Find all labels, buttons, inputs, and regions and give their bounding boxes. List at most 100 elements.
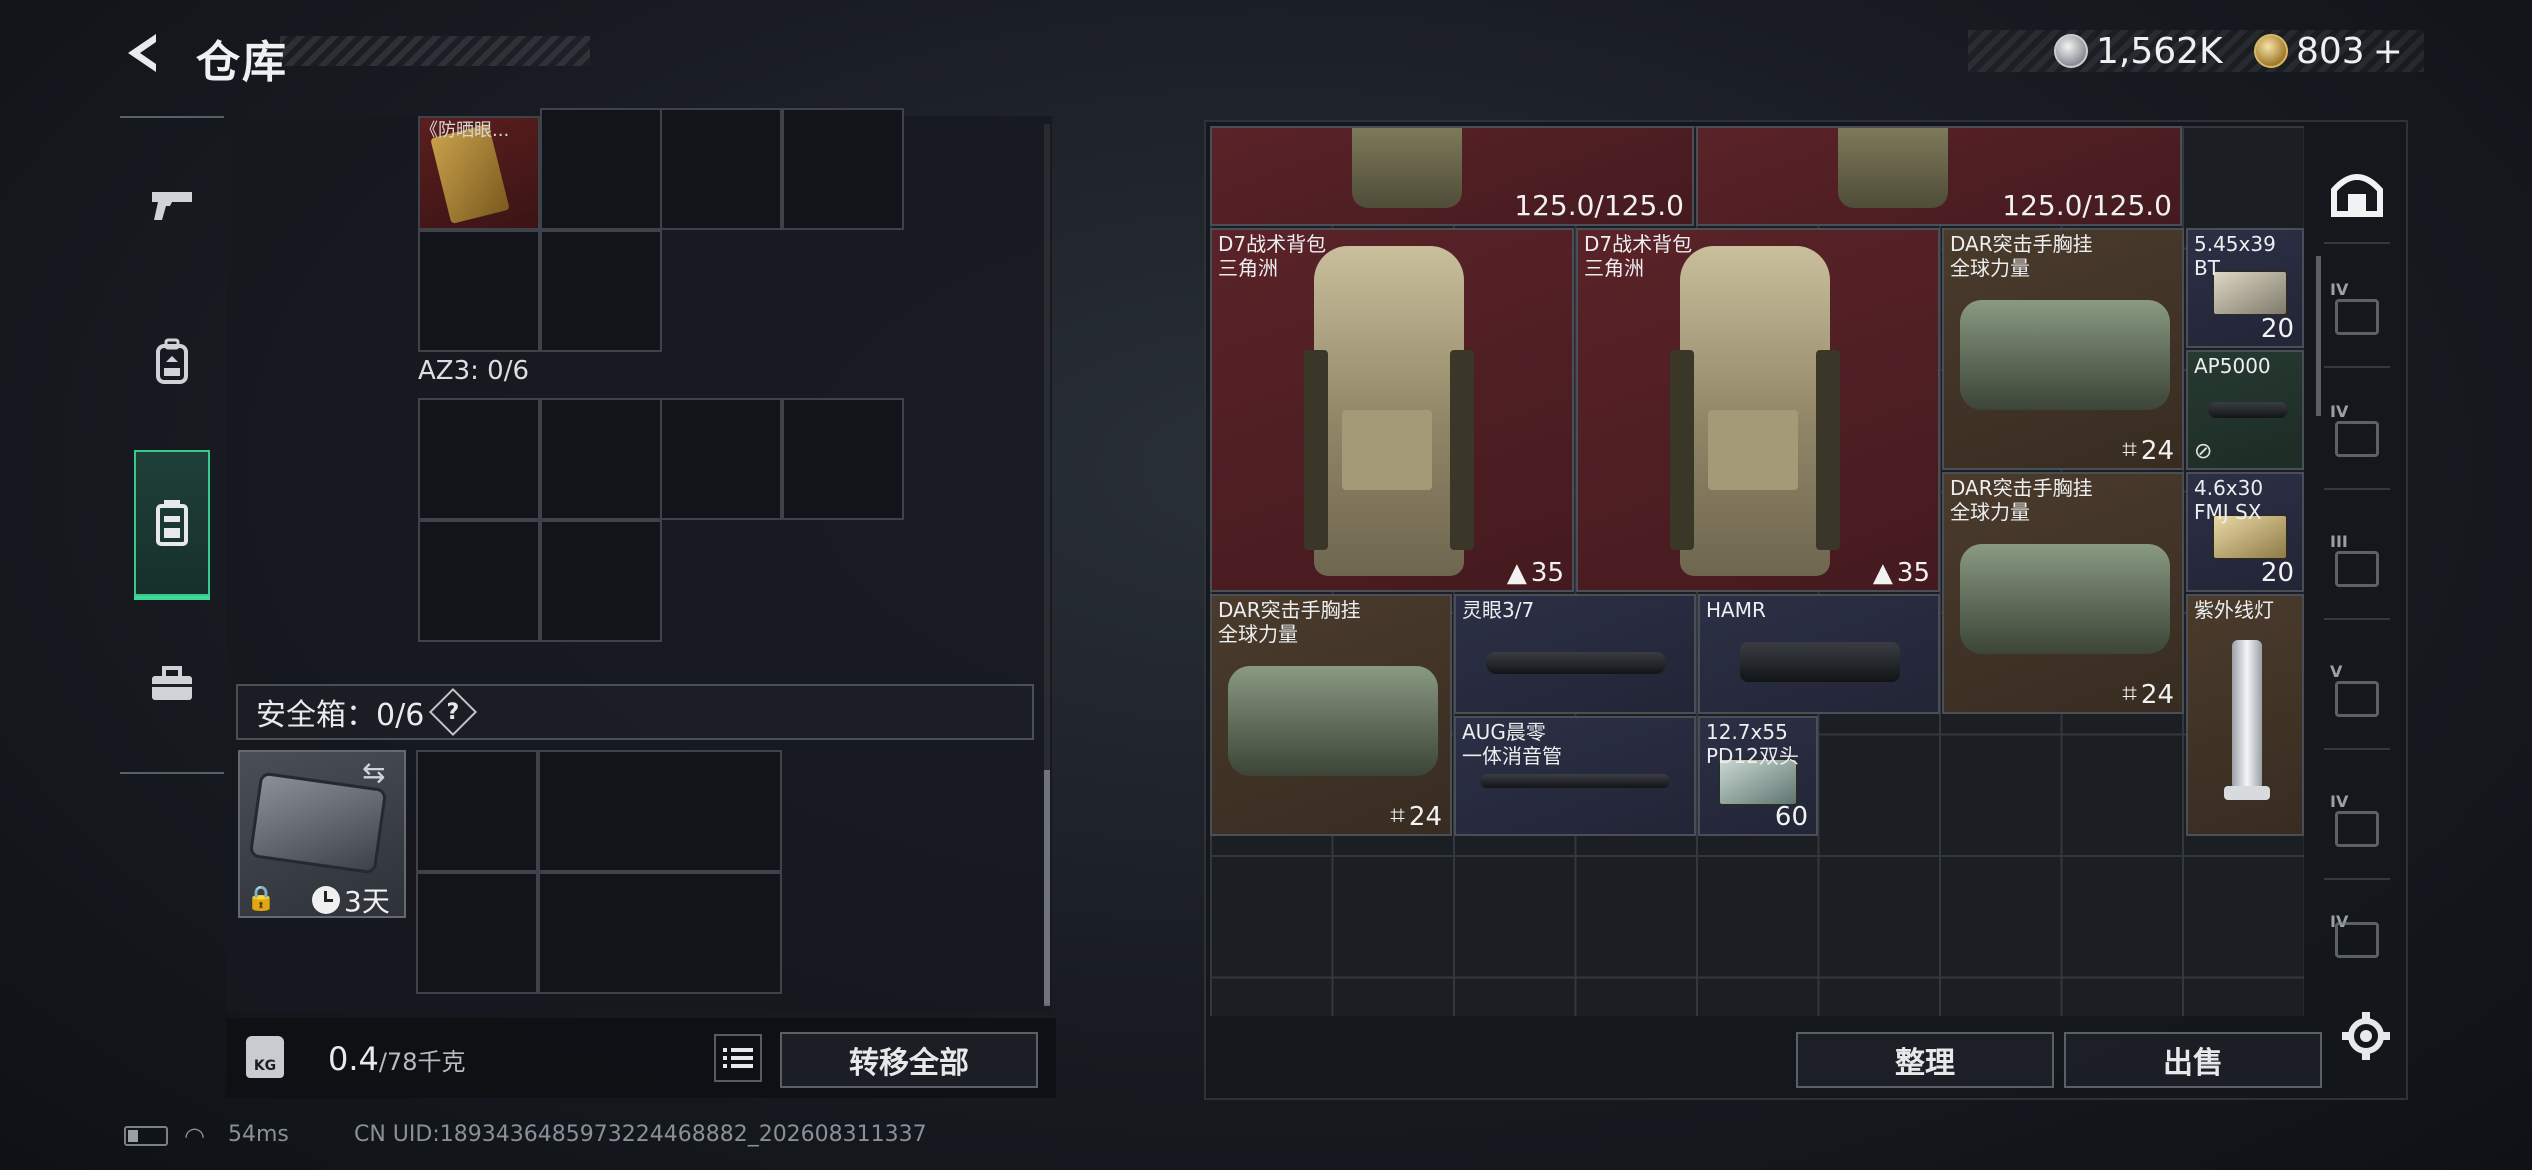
clock-icon — [312, 886, 340, 914]
weight-kg-icon: KG — [246, 1036, 284, 1078]
help-icon: ? — [446, 699, 460, 725]
grid-slot[interactable] — [418, 230, 540, 352]
item-name: HAMR — [1706, 598, 1766, 622]
tier-label: IV — [2330, 792, 2349, 811]
grid-slot[interactable] — [540, 520, 662, 642]
item-name: D7战术背包 三角洲 — [1584, 232, 1693, 280]
capacity-value: 24 — [1408, 801, 1442, 832]
tier-case-icon — [2335, 681, 2379, 717]
az3-capacity-label: AZ3: 0/6 — [418, 356, 530, 386]
back-button[interactable] — [118, 28, 168, 78]
stash-item-backpack[interactable]: 125.0/125.0 — [1696, 126, 2182, 226]
item-capacity: ⌗ 24 — [2122, 679, 2174, 710]
grid-slot[interactable] — [540, 108, 662, 230]
pocket-detail — [1708, 410, 1798, 490]
grid-slot[interactable] — [540, 230, 662, 352]
grid-slot[interactable] — [416, 872, 538, 994]
grid-slot[interactable] — [782, 108, 904, 230]
title-decoration — [280, 36, 590, 66]
stash-item-ammo-127[interactable]: 12.7x55 PD12双头 60 — [1698, 716, 1818, 836]
nav-item-backpack[interactable] — [134, 312, 210, 412]
tier-label: III — [2330, 532, 2348, 551]
backpack-mini-icon: ▲ — [1872, 558, 1893, 588]
rig-mini-icon: ⌗ — [2122, 435, 2137, 465]
stash-item-d7-backpack[interactable]: D7战术背包 三角洲 ▲ 35 — [1210, 228, 1574, 592]
capacity-value: 35 — [1530, 558, 1564, 588]
stash-item-uv-lamp[interactable]: 紫外线灯 — [2186, 594, 2304, 836]
settings-button[interactable] — [2340, 1010, 2392, 1062]
page-title: 仓库 — [196, 37, 288, 88]
strip-tab-tier[interactable]: III — [2324, 520, 2390, 620]
stash-item-ammo-545[interactable]: 5.45x39 BT 20 — [2186, 228, 2304, 348]
weight-max: /78千克 — [378, 1048, 466, 1076]
stash-item-dar-rig[interactable]: DAR突击手胸挂 全球力量 ⌗ 24 — [1210, 594, 1452, 836]
silver-coin-icon — [2054, 34, 2088, 68]
stash-scroll-thumb[interactable] — [2316, 256, 2321, 416]
strip-tab-tier[interactable]: IV — [2324, 900, 2390, 980]
swap-icon[interactable]: ⇆ — [362, 756, 385, 789]
tier-medkit-icon — [2335, 421, 2379, 457]
grid-slot[interactable] — [660, 108, 782, 230]
transfer-all-button[interactable]: 转移全部 — [780, 1032, 1038, 1088]
back-arrow-icon — [128, 34, 156, 72]
stash-item-aug-silencer[interactable]: AUG晨零 一体消音管 — [1454, 716, 1696, 836]
safe-box-bar: 安全箱：0/6 ? — [236, 684, 1034, 740]
item-capacity: ⌗ 24 — [2122, 435, 2174, 466]
inventory-scroll-thumb[interactable] — [1044, 770, 1050, 1006]
currency-gold-value: 803 — [2296, 30, 2365, 72]
item-name: 紫外线灯 — [2194, 598, 2274, 622]
pistol-icon — [152, 192, 192, 220]
weight-value: 0.4/78千克 — [328, 1040, 466, 1078]
item-name: AUG晨零 一体消音管 — [1462, 720, 1562, 768]
currency-gold[interactable]: 803 + — [2254, 30, 2403, 72]
strip-tab-tier[interactable]: IV — [2324, 268, 2390, 368]
nav-item-weapons[interactable] — [134, 156, 210, 256]
device-image — [2208, 402, 2288, 418]
list-view-button[interactable] — [714, 1034, 762, 1082]
nav-item-rig[interactable] — [134, 450, 210, 600]
strip-tab-tier[interactable]: IV — [2324, 780, 2390, 880]
stash-item-scope-hamr[interactable]: HAMR — [1698, 594, 1940, 714]
strip-tab-all[interactable] — [2324, 144, 2390, 244]
grid-slot[interactable] — [782, 398, 904, 520]
stash-item-ammo-46[interactable]: 4.6x30 FMJ SX 20 — [2186, 472, 2304, 592]
item-name: DAR突击手胸挂 全球力量 — [1950, 232, 2093, 280]
grid-slot[interactable] — [418, 520, 540, 642]
help-button[interactable]: ? — [429, 687, 478, 737]
strip-tab-tier[interactable]: IV — [2324, 390, 2390, 490]
wifi-icon: ◠ — [184, 1122, 205, 1150]
item-name: 4.6x30 FMJ SX — [2194, 476, 2264, 524]
item-quantity: 20 — [2260, 558, 2294, 588]
stash-item-scope-lingyan[interactable]: 灵眼3/7 — [1454, 594, 1696, 714]
grid-slot[interactable] — [660, 398, 782, 520]
item-name: DAR突击手胸挂 全球力量 — [1950, 476, 2093, 524]
safe-box-label: 安全箱：0/6 — [256, 698, 425, 733]
lock-icon: 🔒 — [246, 884, 276, 912]
home-vault-icon — [2331, 174, 2383, 217]
nav-item-toolbox[interactable] — [134, 634, 210, 734]
item-capacity: ▲ 35 — [1507, 558, 1564, 588]
tier-case-icon — [2335, 922, 2379, 958]
stash-item-dar-rig[interactable]: DAR突击手胸挂 全球力量 ⌗ 24 — [1942, 472, 2184, 714]
strap-detail — [1304, 350, 1328, 550]
grid-slot[interactable] — [538, 872, 782, 994]
strap-detail — [1450, 350, 1474, 550]
sell-button[interactable]: 出售 — [2064, 1032, 2322, 1088]
sort-button[interactable]: 整理 — [1796, 1032, 2054, 1088]
stash-item-ap5000[interactable]: AP5000 ⊘ — [2186, 350, 2304, 470]
add-currency-icon[interactable]: + — [2373, 31, 2403, 72]
grid-slot[interactable] — [540, 398, 662, 520]
grid-slot[interactable] — [538, 750, 782, 872]
grid-slot[interactable] — [416, 750, 538, 872]
stash-item-d7-backpack[interactable]: D7战术背包 三角洲 ▲ 35 — [1576, 228, 1940, 592]
stash-item-backpack[interactable]: 125.0/125.0 — [1210, 126, 1694, 226]
pocket-detail — [1342, 410, 1432, 490]
currency-silver[interactable]: 1,562K — [2054, 30, 2223, 72]
item-name: DAR突击手胸挂 全球力量 — [1218, 598, 1361, 646]
grid-slot[interactable] — [418, 398, 540, 520]
capacity-value: 35 — [1896, 558, 1930, 588]
scope-image — [1740, 642, 1900, 682]
stash-item-dar-rig[interactable]: DAR突击手胸挂 全球力量 ⌗ 24 — [1942, 228, 2184, 470]
strip-tab-tier[interactable]: V — [2324, 650, 2390, 750]
case-timer: 3天 — [312, 880, 390, 920]
